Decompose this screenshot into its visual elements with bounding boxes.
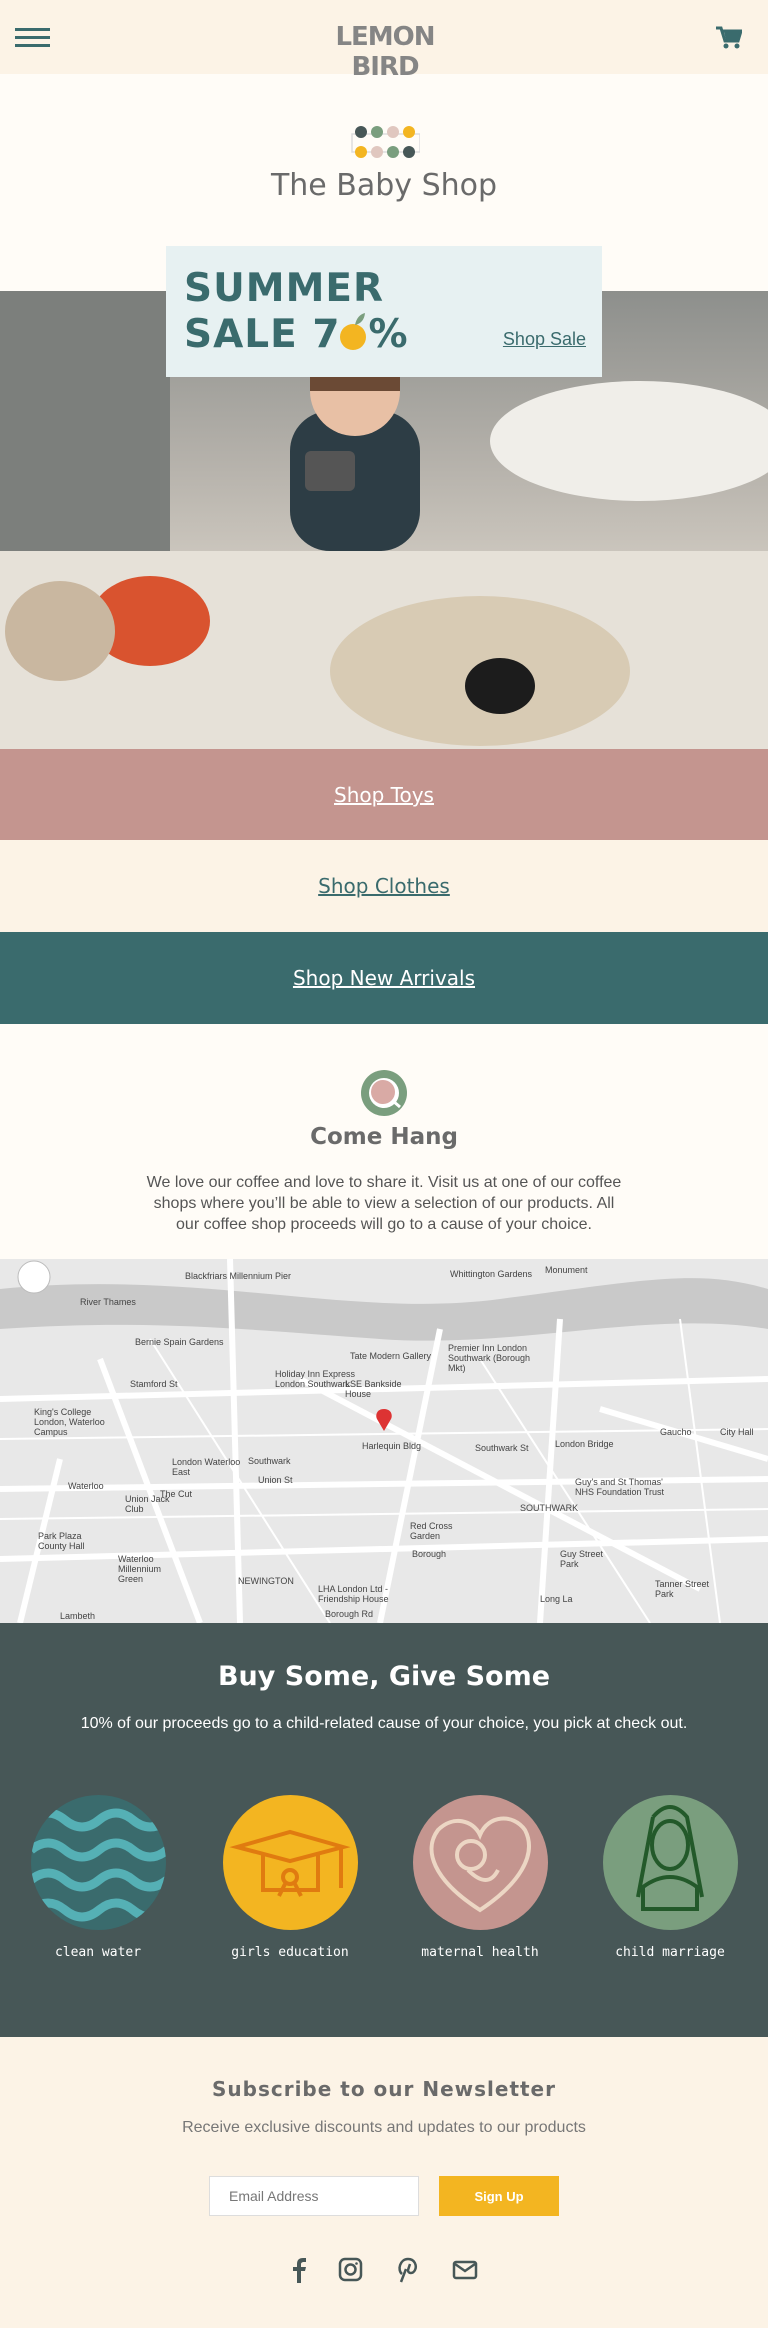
map-label: Guy's and St Thomas' NHS Foundation Trus… [575, 1477, 665, 1497]
instagram-icon[interactable] [338, 2257, 364, 2283]
cause-label: child marriage [615, 1945, 725, 1960]
page-title: The Baby Shop [270, 168, 498, 203]
buy-text: 10% of our proceeds go to a child-relate… [80, 1715, 688, 1732]
map-label: Borough Rd [325, 1609, 374, 1619]
facebook-icon[interactable] [286, 2257, 312, 2283]
map-label: London Waterloo East [172, 1457, 241, 1477]
map-label: Lambeth [60, 1611, 96, 1621]
map-label: Tate Modern Gallery [350, 1351, 432, 1361]
newsletter-section: Subscribe to our Newsletter Receive excl… [0, 2037, 768, 2328]
map-label: Guy Street Park [560, 1549, 604, 1569]
shop-clothes-link[interactable]: Shop Clothes [0, 840, 768, 932]
map-label: King's College London, Waterloo Campus [34, 1407, 105, 1437]
sale-headline: SUMMER SALE 7% [184, 266, 409, 358]
bride-icon [635, 1805, 704, 1911]
map-label: Long La [540, 1594, 573, 1604]
map-label: Union St [258, 1475, 293, 1485]
cause-girls-education[interactable]: girls education [210, 1795, 370, 1960]
map-label: SOUTHWARK [520, 1503, 579, 1513]
summer-sale-banner: SUMMER SALE 7% Shop Sale [166, 246, 602, 377]
cause-child-marriage[interactable]: child marriage [590, 1795, 750, 1960]
shop-sale-link[interactable]: Shop Sale [503, 329, 586, 350]
sale-prefix: SALE 7 [184, 312, 341, 357]
map-label: River Thames [80, 1297, 136, 1307]
shop-new-arrivals-link[interactable]: Shop New Arrivals [0, 932, 768, 1024]
map-label: Bernie Spain Gardens [135, 1337, 224, 1347]
shop-dots-icon [351, 126, 420, 158]
come-hang-text: We love our coffee and love to share it.… [146, 1174, 622, 1233]
map-label: Stamford St [130, 1379, 178, 1389]
map-label: Borough [412, 1549, 447, 1559]
buy-some-give-some-section: Buy Some, Give Some 10% of our proceeds … [0, 1623, 768, 2037]
map-label: London Bridge [555, 1439, 614, 1449]
cause-label: maternal health [421, 1945, 539, 1960]
header: LEMON BIRD [0, 0, 768, 82]
map-label: Tanner Street Park [655, 1579, 710, 1599]
graduation-cap-icon [228, 1829, 351, 1897]
map-label: City Hall [720, 1427, 754, 1437]
baby-heart-icon [429, 1816, 531, 1913]
cause-label: girls education [231, 1945, 349, 1960]
map-label: Harlequin Bldg [362, 1441, 422, 1451]
email-icon[interactable] [452, 2257, 478, 2283]
map-label: Premier Inn London Southwark (Borough Mk… [448, 1343, 531, 1373]
map-label: Southwark [248, 1456, 291, 1466]
come-hang-title: Come Hang [310, 1124, 458, 1150]
coffee-cup-icon [361, 1070, 407, 1116]
map-label: Waterloo [68, 1481, 104, 1491]
map-label: Blackfriars Millennium Pier [185, 1271, 292, 1281]
map-label: The Cut [160, 1489, 193, 1499]
map-label: Southwark St [475, 1443, 529, 1453]
cause-maternal-health[interactable]: maternal health [400, 1795, 560, 1960]
map-label: NEWINGTON [238, 1576, 294, 1586]
shop-toys-link[interactable]: Shop Toys [0, 749, 768, 841]
sale-suffix: % [368, 312, 409, 357]
cart-icon[interactable] [716, 26, 742, 50]
map-label: Park Plaza County Hall [38, 1531, 85, 1551]
map-label: Monument [545, 1265, 588, 1275]
newsletter-title: Subscribe to our Newsletter [211, 2077, 556, 2101]
map-label: LSE Bankside House [345, 1379, 402, 1399]
map-label: Whittington Gardens [450, 1269, 533, 1279]
email-field[interactable] [209, 2176, 419, 2216]
map-label: Red Cross Garden [410, 1521, 453, 1541]
sale-line-2: SALE 7% [184, 312, 409, 358]
sign-up-button[interactable]: Sign Up [439, 2176, 559, 2216]
come-hang-section: Come Hang We love our coffee and love to… [0, 1024, 768, 1259]
logo[interactable]: LEMON BIRD [318, 22, 452, 82]
lemon-icon [340, 313, 367, 350]
cause-clean-water[interactable]: clean water [18, 1795, 178, 1960]
hamburger-menu-icon[interactable] [15, 28, 50, 48]
buy-title: Buy Some, Give Some [217, 1661, 551, 1692]
pinterest-icon[interactable] [394, 2257, 420, 2283]
map[interactable]: River Thames Blackfriars Millennium Pier… [0, 1259, 768, 1623]
cause-label: clean water [54, 1945, 142, 1960]
map-label: LHA London Ltd - Friendship House [318, 1584, 389, 1604]
map-label: Waterloo Millennium Green [118, 1554, 162, 1584]
newsletter-subtitle: Receive exclusive discounts and updates … [182, 2119, 586, 2136]
map-label: Gaucho [660, 1427, 692, 1437]
sale-line-1: SUMMER [184, 266, 385, 311]
waves-icon [30, 1808, 166, 1922]
